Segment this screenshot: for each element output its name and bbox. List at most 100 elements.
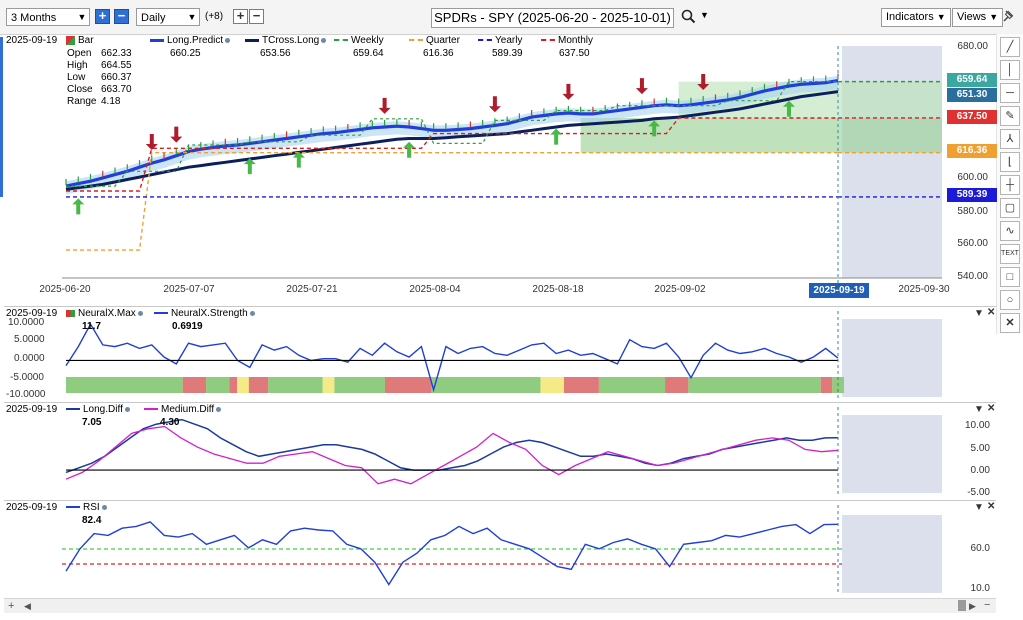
price-chart[interactable]	[4, 34, 996, 302]
legend-name: Medium.Diff	[161, 404, 215, 415]
signal-segment	[563, 377, 599, 393]
indicators-chevron-down-icon: ▼	[936, 12, 946, 22]
panel-collapse-icon[interactable]: ▼	[974, 404, 984, 415]
panel-close-icon[interactable]: ✕	[987, 403, 995, 414]
bar-legend: Bar	[66, 35, 94, 46]
range-select[interactable]: 3 Months ▼	[6, 8, 90, 26]
open-value: 662.33	[101, 48, 132, 59]
legend-monthly: Monthly	[541, 35, 593, 46]
signal-segment	[334, 377, 385, 393]
signal-segment	[182, 377, 207, 393]
indicators-button[interactable]: Indicators ▼	[881, 8, 951, 27]
text-tool-icon[interactable]: TEXT	[1000, 244, 1020, 264]
monthly-price-tag: 637.50	[947, 110, 997, 124]
drawing-tools: ╱ │ ─ ✎ ⅄ ⌊ ┼ ▢ ∿ TEXT □ ○ ✕	[996, 34, 1023, 334]
offset-increase-button[interactable]: +	[233, 9, 248, 24]
legend-name: Weekly	[351, 35, 384, 46]
zoom-in-button[interactable]: +	[95, 9, 110, 24]
range-label: Range	[67, 96, 97, 107]
legend-long-predict: Long.Predict	[150, 35, 231, 46]
yearly-price-tag: 589.39	[947, 188, 997, 202]
panel-collapse-icon[interactable]: ▼	[974, 502, 984, 513]
scroll-right-icon[interactable]: ▶	[969, 601, 976, 612]
y-tick: 580.00	[957, 206, 988, 217]
signal-segment	[206, 377, 230, 393]
sell-arrow-icon	[635, 78, 648, 95]
panel-close-icon[interactable]: ✕	[987, 307, 995, 318]
y-tick: 0.00	[970, 465, 990, 476]
signal-segment	[598, 377, 666, 393]
left-accent-bar	[0, 37, 3, 197]
views-chevron-down-icon: ▼	[989, 12, 999, 22]
future-shade	[842, 415, 942, 493]
settings-dot-icon[interactable]	[249, 310, 255, 316]
ohlc-readout: Open 662.33 High 664.55 Low 660.37 Close 663…	[67, 48, 132, 108]
line-tool-icon[interactable]: ╱	[1000, 37, 1020, 57]
panel-collapse-icon[interactable]: ▼	[974, 308, 984, 319]
scroll-thumb[interactable]	[958, 600, 966, 611]
measure-tool-icon[interactable]: ⌊	[1000, 152, 1020, 172]
diff-date: 2025-09-19	[6, 404, 58, 415]
panel-close-icon[interactable]: ✕	[987, 501, 995, 512]
horizontal-line-tool-icon[interactable]: ─	[1000, 83, 1020, 103]
legend-swatch	[409, 39, 423, 42]
y-tick: -10.0000	[6, 389, 46, 400]
x-tick: 2025-07-21	[286, 284, 338, 295]
symbol-title[interactable]: SPDRs - SPY (2025-06-20 - 2025-10-01)	[431, 8, 674, 28]
offset-decrease-button[interactable]: −	[249, 9, 264, 24]
y-tick: -5.0000	[10, 372, 44, 383]
series-line-medium-diff	[65, 425, 839, 485]
settings-dot-icon[interactable]	[101, 504, 107, 510]
rsi-chart[interactable]	[4, 501, 996, 597]
quarter-price-tag: 616.36	[947, 144, 997, 158]
pin-icon[interactable]	[1002, 9, 1016, 23]
legend-weekly: Weekly	[334, 35, 384, 46]
price-date: 2025-09-19	[6, 35, 58, 46]
legend-value: 0.6919	[172, 321, 203, 332]
legend-value: 7.05	[82, 417, 102, 428]
open-label: Open	[67, 48, 92, 59]
settings-dot-icon[interactable]	[124, 406, 130, 412]
y-tick: 540.00	[957, 271, 988, 282]
cross-tool-icon[interactable]: ┼	[1000, 175, 1020, 195]
legend-value: 4.30	[160, 417, 180, 428]
zoom-out-button[interactable]: −	[114, 9, 129, 24]
search-icon[interactable]	[680, 8, 698, 26]
x-tick: 2025-07-07	[163, 284, 215, 295]
rectangle-tool-icon[interactable]: □	[1000, 267, 1020, 287]
add-icon[interactable]: +	[8, 600, 14, 612]
interval-select[interactable]: Daily ▼	[136, 8, 200, 26]
signal-segment	[268, 377, 323, 393]
delete-drawing-icon[interactable]: ✕	[1000, 313, 1020, 333]
legend-neuralx-max: NeuralX.Max	[66, 308, 143, 319]
fib-tool-icon[interactable]: ⅄	[1000, 129, 1020, 149]
scroll-left-icon[interactable]: ◀	[24, 601, 31, 612]
y-tick: 5.0000	[14, 334, 45, 345]
diff-chart[interactable]	[4, 403, 996, 497]
ellipse-tool-icon[interactable]: ○	[1000, 290, 1020, 310]
legend-tcross-long: TCross.Long	[245, 35, 327, 46]
neuralx-chart[interactable]	[4, 307, 996, 401]
legend-name: TCross.Long	[262, 35, 320, 46]
legend-yearly: Yearly	[478, 35, 522, 46]
close-value: 663.70	[101, 84, 132, 95]
legend-name: NeuralX.Strength	[171, 308, 248, 319]
vertical-line-tool-icon[interactable]: │	[1000, 60, 1020, 80]
x-tick: 2025-09-30	[898, 284, 950, 295]
legend-name: Long.Diff	[83, 404, 123, 415]
views-button[interactable]: Views ▼	[952, 8, 1004, 27]
pencil-tool-icon[interactable]: ✎	[1000, 106, 1020, 126]
legend-value: 659.64	[353, 48, 384, 59]
callout-tool-icon[interactable]: ▢	[1000, 198, 1020, 218]
zoom-minus-icon[interactable]: −	[984, 599, 990, 611]
settings-dot-icon[interactable]	[216, 406, 222, 412]
wave-tool-icon[interactable]: ∿	[1000, 221, 1020, 241]
horizontal-scrollbar[interactable]: + ◀ ▶ −	[4, 598, 996, 613]
search-chevron-down-icon[interactable]: ▼	[700, 10, 709, 20]
settings-dot-icon[interactable]	[137, 310, 143, 316]
x-tick: 2025-09-02	[654, 284, 706, 295]
rsi-date: 2025-09-19	[6, 502, 58, 513]
indicators-button-label: Indicators	[886, 11, 934, 23]
settings-dot-icon[interactable]	[225, 37, 231, 43]
settings-dot-icon[interactable]	[321, 37, 327, 43]
